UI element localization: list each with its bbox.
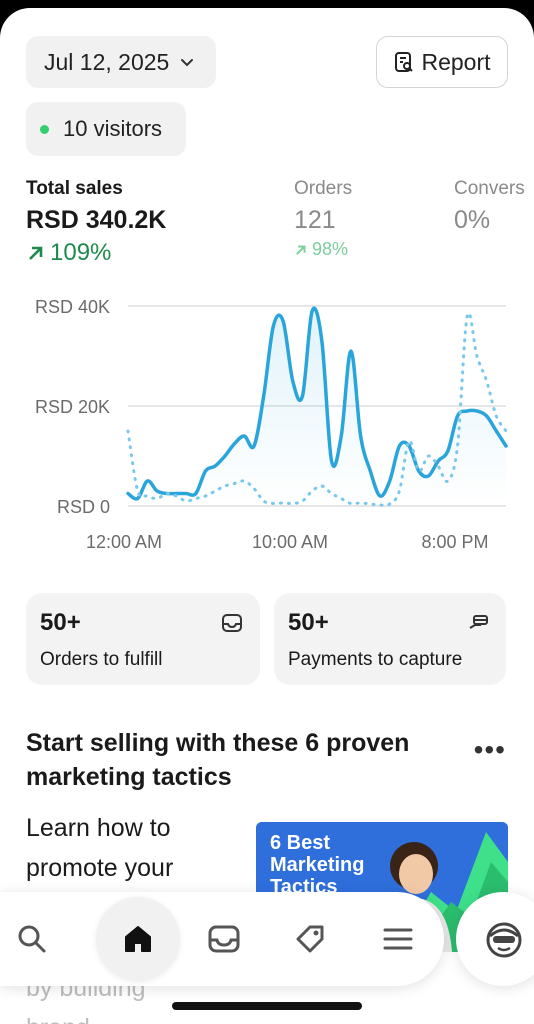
metric-change: 98%: [294, 239, 352, 260]
bottom-navigation: [0, 892, 534, 992]
home-icon[interactable]: [118, 919, 158, 959]
metric-value: RSD 340.2K: [26, 206, 167, 234]
body-line: promote your: [26, 854, 174, 882]
metric-conversion[interactable]: Convers 0%: [454, 178, 534, 235]
metric-label: Total sales: [26, 178, 123, 199]
app-screen: Jul 12, 2025 Report 10 visitors Total sa…: [0, 8, 534, 1024]
article-headline[interactable]: Start selling with these 6 proven market…: [26, 726, 446, 794]
metric-total-sales[interactable]: Total sales RSD 340.2K 109%: [26, 178, 166, 267]
visitors-label: 10 visitors: [63, 116, 163, 141]
arrow-up-right-icon: [296, 245, 306, 255]
report-label: Report: [421, 48, 491, 75]
x-tick-label: 8:00 PM: [421, 532, 488, 552]
inbox-icon[interactable]: [204, 919, 244, 959]
tile-label: Orders to fulfill: [40, 649, 163, 670]
metric-orders[interactable]: Orders 121 98%: [294, 178, 352, 260]
payments-to-capture-tile[interactable]: 50+ Payments to capture: [274, 593, 506, 685]
orders-to-fulfill-tile[interactable]: 50+ Orders to fulfill: [26, 593, 260, 685]
home-indicator: [172, 1002, 362, 1010]
metric-change: 109%: [26, 239, 166, 267]
y-tick-label: RSD 40K: [35, 297, 110, 317]
metric-value: 121: [294, 206, 336, 234]
chevron-down-icon: [181, 59, 194, 67]
metric-change-value: 98%: [312, 239, 349, 259]
body-line: Learn how to: [26, 814, 171, 842]
metric-change-value: 109%: [50, 239, 112, 266]
y-tick-label: RSD 0: [57, 497, 110, 517]
tag-icon[interactable]: [290, 919, 330, 959]
report-icon: [395, 52, 414, 72]
tile-count: 50+: [288, 609, 329, 636]
metric-value: 0%: [454, 206, 491, 234]
series-area: [128, 308, 506, 506]
search-icon[interactable]: [12, 919, 52, 959]
arrow-up-right-icon: [29, 246, 43, 260]
body-line: brand: [26, 1008, 226, 1024]
metric-label: Convers: [454, 178, 525, 199]
avatar-icon: [486, 922, 522, 958]
more-options-icon[interactable]: •••: [474, 734, 506, 766]
promo-text: 6 Best Marketing Tactics: [270, 832, 365, 898]
top-row: Jul 12, 2025 Report: [26, 36, 508, 90]
y-tick-label: RSD 20K: [35, 397, 110, 417]
report-button[interactable]: Report: [376, 36, 508, 88]
menu-icon[interactable]: [378, 919, 418, 959]
sales-chart[interactable]: RSD 40K RSD 20K RSD 0 12:00 AM 10:00 AM 8:00 …: [0, 278, 534, 558]
metric-label: Orders: [294, 178, 353, 199]
inbox-icon: [222, 614, 242, 632]
x-tick-label: 12:00 AM: [86, 532, 162, 552]
tile-label: Payments to capture: [288, 649, 463, 670]
live-dot-icon: [40, 124, 49, 134]
x-tick-label: 10:00 AM: [252, 532, 328, 552]
date-picker-button[interactable]: Jul 12, 2025: [26, 36, 216, 88]
tile-count: 50+: [40, 609, 81, 636]
live-visitors-pill[interactable]: 10 visitors: [26, 102, 186, 156]
hand-card-icon: [469, 615, 488, 629]
sales-chart-svg: RSD 40K RSD 20K RSD 0 12:00 AM 10:00 AM 8:00 …: [35, 297, 508, 552]
date-label: Jul 12, 2025: [44, 48, 170, 75]
